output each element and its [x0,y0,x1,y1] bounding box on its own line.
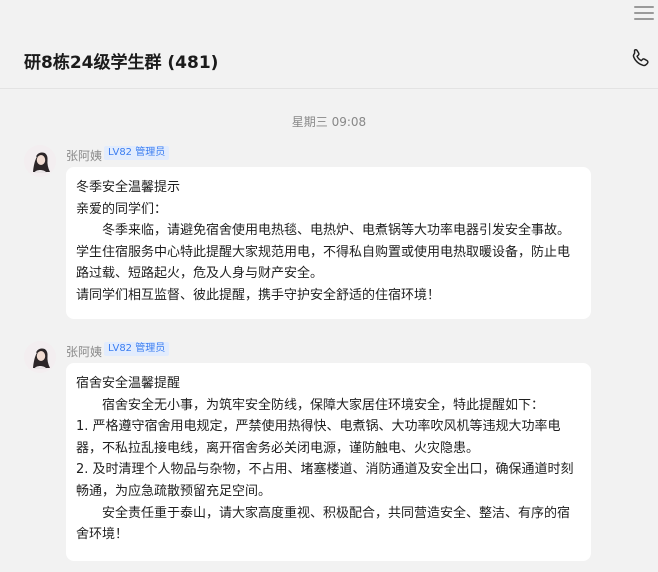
window-top-strip [0,0,658,32]
avatar[interactable] [24,341,56,373]
group-title: 研8栋24级学生群 (481) [24,53,219,73]
admin-badge: LV82 管理员 [104,342,170,356]
menu-icon[interactable] [632,2,656,24]
sender-name: 张阿姨 [66,345,103,359]
avatar[interactable] [24,145,56,177]
message-timestamp: 星期三 09:08 [291,115,367,129]
chat-area[interactable]: 星期三 09:08 张阿姨 LV82 管理员 冬季安全温馨提示 亲爱的同学们： … [0,89,658,572]
message-line: 请同学们相互监督、彼此提醒，携手守护安全舒适的住宿环境！ [76,287,441,303]
message-line: 2. 及时清理个人物品与杂物，不占用、堵塞楼道、消防通道及安全出口，确保通道时刻… [76,462,574,499]
message-line: 宿舍安全无小事，为筑牢安全防线，保障大家居住环境安全，特此提醒如下： [102,397,545,413]
message-line: 冬季安全温馨提示 [76,180,181,195]
message-bubble[interactable]: 宿舍安全温馨提醒 宿舍安全无小事，为筑牢安全防线，保障大家居住环境安全，特此提醒… [66,363,591,561]
message-line: 宿舍安全温馨提醒 [76,376,181,391]
message-bubble[interactable]: 冬季安全温馨提示 亲爱的同学们： 冬季来临，请避免宿舍使用电热毯、电热炉、电煮锅… [66,167,591,319]
sender-name: 张阿姨 [66,149,103,163]
phone-icon[interactable] [630,47,652,69]
admin-badge: LV82 管理员 [104,146,170,160]
message-line: 1. 严格遵守宿舍用电规定，严禁使用热得快、电煮锅、大功率吹风机等违规大功率电器… [76,419,561,456]
message-line: 安全责任重于泰山，请大家高度重视、积极配合，共同营造安全、整洁、有序的宿舍环境！ [76,505,571,543]
message-line: 冬季来临，请避免宿舍使用电热毯、电热炉、电煮锅等大功率电器引发安全事故。学生住宿… [76,223,571,282]
chat-header: 研8栋24级学生群 (481) [0,32,658,89]
message-line: 亲爱的同学们： [76,201,168,217]
